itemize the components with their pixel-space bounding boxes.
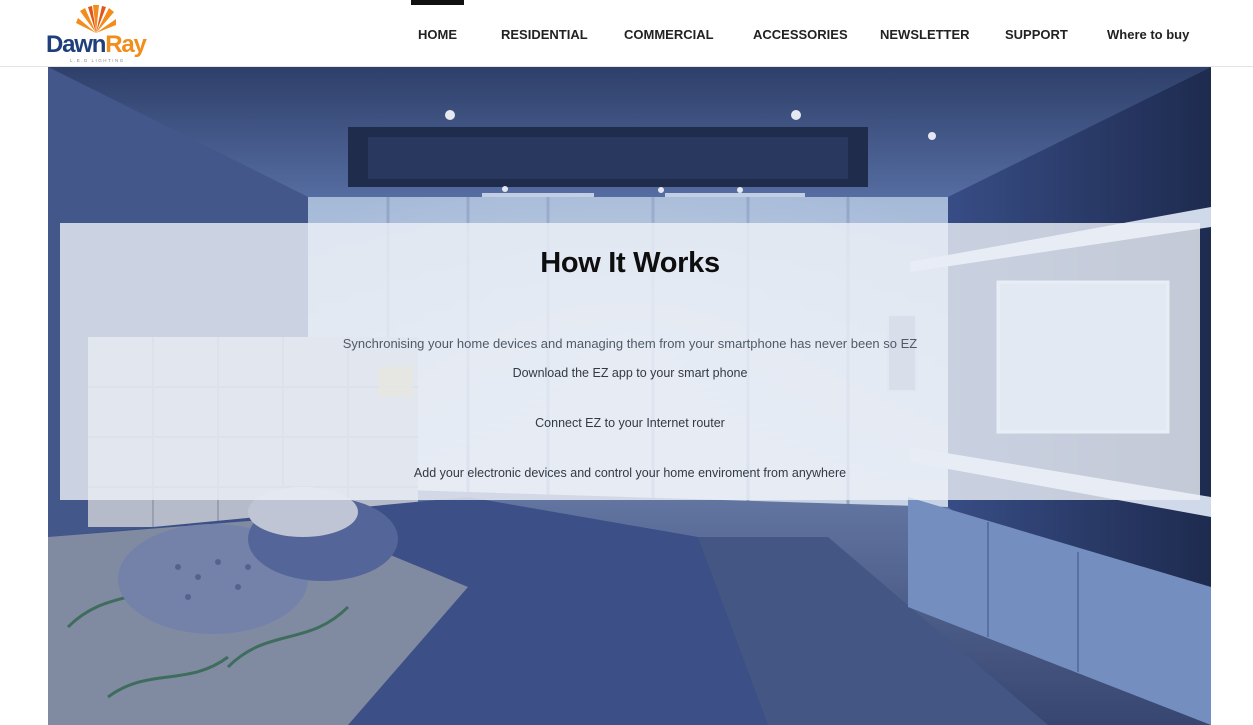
nav-accessories[interactable]: ACCESSORIES <box>753 0 848 66</box>
step-2: Connect EZ to your Internet router <box>535 416 725 430</box>
nav-support[interactable]: SUPPORT <box>1005 0 1068 66</box>
nav-commercial[interactable]: COMMERCIAL <box>624 0 714 66</box>
nav-home[interactable]: HOME <box>411 0 464 66</box>
nav-newsletter[interactable]: NEWSLETTER <box>880 0 970 66</box>
site-header: DawnRay L.E.D LIGHTING HOME RESIDENTIAL … <box>0 0 1253 67</box>
how-it-works-panel: How It Works Synchronising your home dev… <box>60 223 1200 500</box>
step-1: Download the EZ app to your smart phone <box>512 366 748 380</box>
main-nav: HOME RESIDENTIAL COMMERCIAL ACCESSORIES … <box>0 0 1253 66</box>
section-title: How It Works <box>540 247 720 279</box>
section-subtitle: Synchronising your home devices and mana… <box>342 336 918 351</box>
nav-residential[interactable]: RESIDENTIAL <box>501 0 588 66</box>
step-3: Add your electronic devices and control … <box>413 466 847 480</box>
nav-where-to-buy[interactable]: Where to buy <box>1107 0 1189 66</box>
